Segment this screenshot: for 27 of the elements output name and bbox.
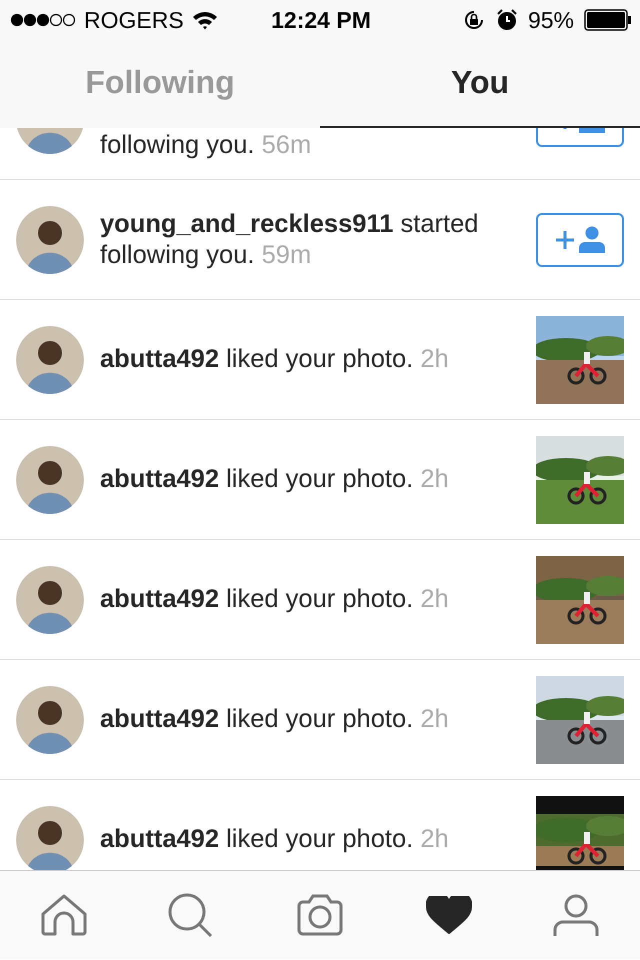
profile-icon[interactable] [553,894,600,936]
carrier: ROGERS [84,6,184,34]
activity-text: abutta492 liked your photo. 2h [100,584,450,615]
alarm-icon [496,9,518,31]
avatar[interactable] [16,686,84,754]
activity-text: abutta492 liked your photo. 2h [100,824,450,855]
avatar[interactable] [16,326,84,394]
search-icon[interactable] [168,893,214,937]
activity-text: following you. 56m [100,130,312,161]
avatar[interactable] [16,566,84,634]
wifi-icon [192,10,218,30]
clock: 12:24 PM [271,6,371,34]
avatar[interactable] [16,206,84,274]
activity-text: abutta492 liked your photo. 2h [100,344,450,375]
heart-icon[interactable] [426,896,472,934]
activity-text: young_and_reckless911 started following you. 59m [100,208,480,270]
camera-icon[interactable] [296,894,344,936]
home-icon[interactable] [40,894,87,936]
avatar[interactable] [16,446,84,514]
avatar[interactable] [16,806,84,870]
signal-icon [10,13,76,27]
battery-percent: 95% [528,6,574,34]
activity-text: abutta492 liked your photo. 2h [100,704,450,735]
battery-icon [584,9,632,31]
activity-text: abutta492 liked your photo. 2h [100,464,450,495]
follow-button[interactable] [536,212,624,266]
add-person-icon [554,226,606,254]
